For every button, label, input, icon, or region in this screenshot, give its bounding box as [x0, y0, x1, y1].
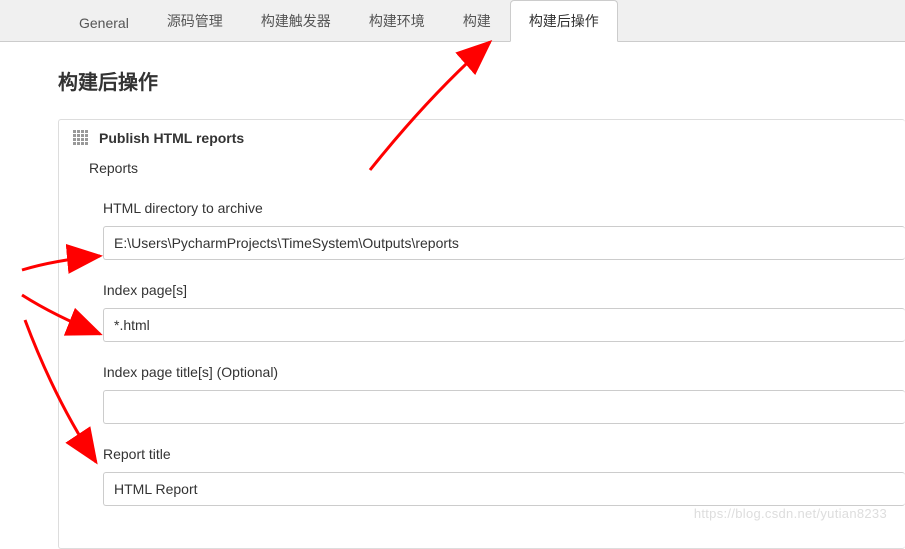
- index-pages-label: Index page[s]: [103, 282, 905, 298]
- block-header: Publish HTML reports: [59, 126, 905, 152]
- field-report-title: Report title: [103, 446, 905, 506]
- drag-handle-icon[interactable]: [73, 130, 89, 146]
- field-html-directory: HTML directory to archive: [103, 200, 905, 260]
- tab-post-build-actions[interactable]: 构建后操作: [510, 0, 618, 42]
- report-title-input[interactable]: [103, 472, 905, 506]
- report-title-label: Report title: [103, 446, 905, 462]
- tabs-bar: General 源码管理 构建触发器 构建环境 构建 构建后操作: [0, 0, 905, 42]
- html-directory-label: HTML directory to archive: [103, 200, 905, 216]
- fields: HTML directory to archive Index page[s] …: [103, 200, 905, 506]
- field-index-pages: Index page[s]: [103, 282, 905, 342]
- html-directory-input[interactable]: [103, 226, 905, 260]
- reports-label: Reports: [89, 160, 905, 176]
- field-index-page-titles: Index page title[s] (Optional): [103, 364, 905, 424]
- tab-build-triggers[interactable]: 构建触发器: [242, 0, 350, 41]
- tab-source-code[interactable]: 源码管理: [148, 0, 242, 41]
- tab-build-env[interactable]: 构建环境: [350, 0, 444, 41]
- page-body: 构建后操作 Publish HTML reports Reports HTML …: [0, 42, 905, 549]
- section-title: 构建后操作: [58, 66, 905, 95]
- index-pages-input[interactable]: [103, 308, 905, 342]
- tab-general[interactable]: General: [60, 4, 148, 41]
- tab-build[interactable]: 构建: [444, 0, 510, 41]
- block-title: Publish HTML reports: [99, 130, 244, 146]
- index-page-titles-label: Index page title[s] (Optional): [103, 364, 905, 380]
- publish-html-reports-block: Publish HTML reports Reports HTML direct…: [58, 119, 905, 549]
- index-page-titles-input[interactable]: [103, 390, 905, 424]
